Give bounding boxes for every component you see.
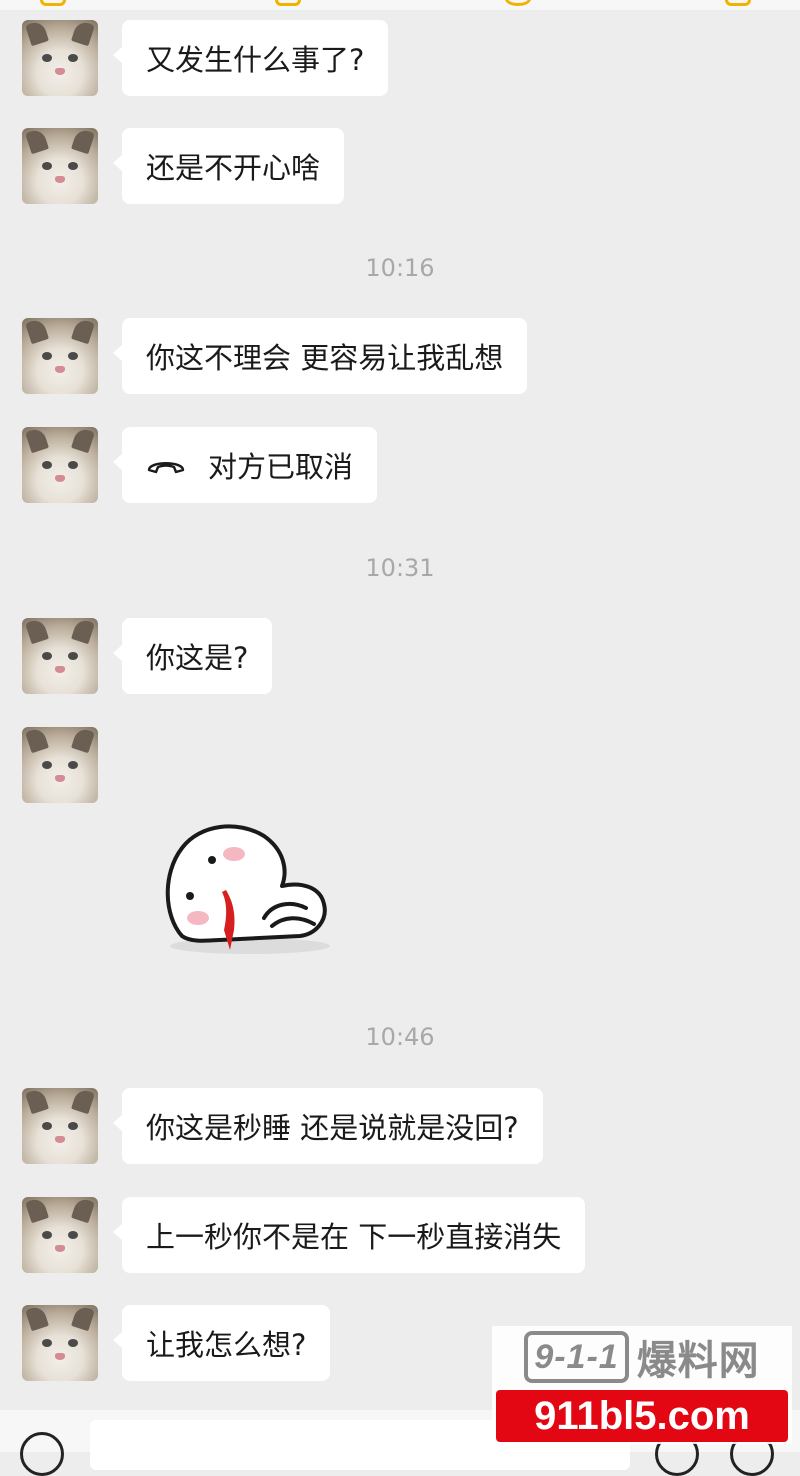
watermark-brand-box: 9-1-1	[524, 1331, 629, 1383]
avatar[interactable]	[22, 727, 98, 803]
avatar[interactable]	[22, 1197, 98, 1273]
toolbar-icon[interactable]	[725, 0, 751, 6]
voice-input-icon[interactable]	[20, 1432, 64, 1476]
phone-hangup-icon	[147, 462, 185, 474]
message-text: 你这是秒睡 还是说就是没回?	[146, 1111, 519, 1145]
message-text: 又发生什么事了?	[146, 43, 365, 77]
message-row: 你这是秒睡 还是说就是没回?	[22, 1088, 543, 1164]
message-text: 还是不开心啥	[146, 151, 321, 185]
watermark-brand: 9-1-1 爆料网	[492, 1326, 792, 1388]
message-bubble[interactable]: 上一秒你不是在 下一秒直接消失	[112, 1197, 586, 1273]
timestamp: 10:46	[365, 1023, 435, 1051]
message-text: 你这不理会 更容易让我乱想	[146, 341, 504, 375]
avatar[interactable]	[22, 427, 98, 503]
call-record-bubble[interactable]: 对方已取消	[112, 427, 378, 503]
message-bubble[interactable]: 还是不开心啥	[112, 128, 345, 204]
avatar[interactable]	[22, 618, 98, 694]
timestamp: 10:31	[365, 554, 435, 582]
message-text: 让我怎么想?	[146, 1328, 307, 1362]
toolbar-icon[interactable]	[505, 0, 531, 6]
top-toolbar-remnant	[0, 0, 800, 10]
message-row: 对方已取消	[22, 427, 378, 503]
message-bubble[interactable]: 你这是?	[112, 618, 273, 694]
message-bubble[interactable]: 你这不理会 更容易让我乱想	[112, 318, 528, 394]
message-text: 上一秒你不是在 下一秒直接消失	[146, 1220, 562, 1254]
avatar[interactable]	[22, 1088, 98, 1164]
message-text: 对方已取消	[208, 450, 354, 484]
toolbar-icon[interactable]	[275, 0, 301, 6]
avatar[interactable]	[22, 318, 98, 394]
watermark-domain: 911bl5.com	[496, 1390, 788, 1442]
message-row: 你这不理会 更容易让我乱想	[22, 318, 528, 394]
avatar[interactable]	[22, 128, 98, 204]
message-row: 还是不开心啥	[22, 128, 345, 204]
message-bubble[interactable]: 你这是秒睡 还是说就是没回?	[113, 1088, 543, 1164]
message-row: 你这是?	[22, 618, 273, 694]
message-row: 又发生什么事了?	[22, 20, 389, 96]
avatar[interactable]	[22, 20, 98, 96]
message-text: 你这是?	[146, 641, 249, 675]
watermark-brand-text: 爆料网	[636, 1339, 760, 1383]
watermark-logo: 9-1-1 爆料网 911bl5.com	[492, 1326, 792, 1444]
message-row: 上一秒你不是在 下一秒直接消失	[22, 1197, 586, 1273]
message-bubble[interactable]: 让我怎么想?	[112, 1305, 331, 1381]
avatar[interactable]	[22, 1305, 98, 1381]
message-row	[22, 727, 98, 803]
message-row: 让我怎么想?	[22, 1305, 331, 1381]
toolbar-icon[interactable]	[40, 0, 66, 6]
message-bubble[interactable]: 又发生什么事了?	[112, 20, 389, 96]
timestamp: 10:16	[365, 254, 435, 282]
nosebleed-blob-sticker[interactable]	[160, 800, 340, 960]
